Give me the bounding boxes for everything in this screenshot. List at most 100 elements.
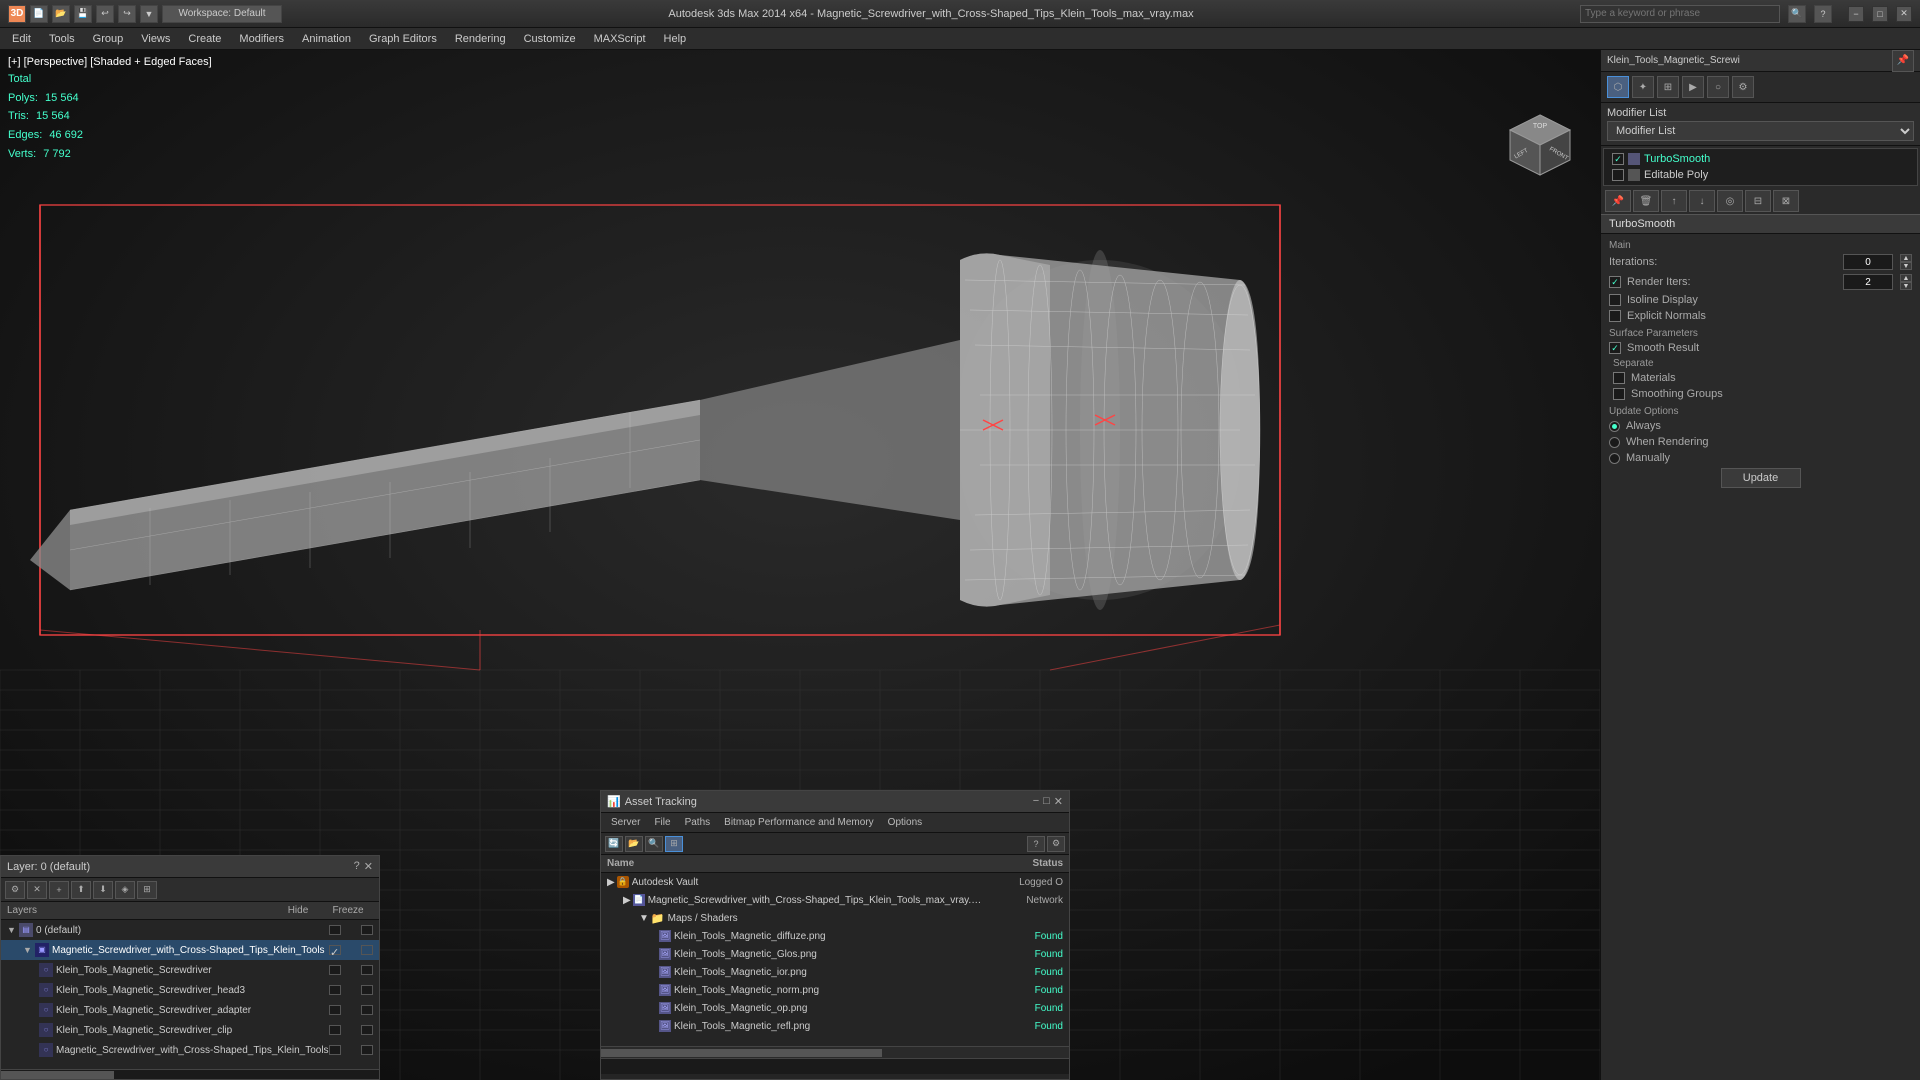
rp-icon-util[interactable]: ⚙ xyxy=(1732,76,1754,98)
help-btn[interactable]: ? xyxy=(1814,5,1832,23)
when-rendering-radio[interactable] xyxy=(1609,437,1620,448)
close-btn[interactable]: ✕ xyxy=(1896,6,1912,22)
menu-animation[interactable]: Animation xyxy=(294,31,359,47)
stack-pin-btn[interactable]: 📌 xyxy=(1605,190,1631,212)
maximize-btn[interactable]: □ xyxy=(1872,6,1888,22)
asset-btn1[interactable]: 🔄 xyxy=(605,836,623,852)
rp-icon-hier[interactable]: ⊞ xyxy=(1657,76,1679,98)
asset-scrollbar-h[interactable] xyxy=(601,1046,1069,1058)
save-btn[interactable]: 💾 xyxy=(74,5,92,23)
layer-btn7[interactable]: ⊞ xyxy=(137,881,157,899)
asset-row-maps[interactable]: ▼ 📁 Maps / Shaders xyxy=(601,909,1069,927)
asset-panel-minimize[interactable]: − xyxy=(1033,795,1039,808)
layer-scrollbar[interactable] xyxy=(1,1069,379,1079)
redo-btn[interactable]: ↪ xyxy=(118,5,136,23)
stack-collapse-to-btn[interactable]: ⊟ xyxy=(1745,190,1771,212)
search-icon[interactable]: 🔍 xyxy=(1788,5,1806,23)
layer-btn5[interactable]: ⬇ xyxy=(93,881,113,899)
layer-row-obj2[interactable]: ○ Klein_Tools_Magnetic_Screwdriver_head3 xyxy=(1,980,379,1000)
asset-row-norm[interactable]: 🖼 Klein_Tools_Magnetic_norm.png Found xyxy=(601,981,1069,999)
asset-btn2[interactable]: 📂 xyxy=(625,836,643,852)
iterations-down-btn[interactable]: ▼ xyxy=(1900,262,1912,270)
layer-row-obj5[interactable]: ○ Magnetic_Screwdriver_with_Cross-Shaped… xyxy=(1,1040,379,1059)
menu-maxscript[interactable]: MAXScript xyxy=(586,31,654,47)
asset-panel-maximize[interactable]: □ xyxy=(1043,795,1050,808)
isoline-checkbox[interactable] xyxy=(1609,294,1621,306)
file-expand[interactable]: ▶ xyxy=(623,895,631,906)
turbosmooth-checkbox[interactable]: ✓ xyxy=(1612,153,1624,165)
editable-poly-checkbox[interactable] xyxy=(1612,169,1624,181)
rp-icon-shape[interactable]: ⬡ xyxy=(1607,76,1629,98)
menu-edit[interactable]: Edit xyxy=(4,31,39,47)
materials-checkbox[interactable] xyxy=(1613,372,1625,384)
layer-row-obj3[interactable]: ○ Klein_Tools_Magnetic_Screwdriver_adapt… xyxy=(1,1000,379,1020)
rp-icon-motion[interactable]: ▶ xyxy=(1682,76,1704,98)
layer-btn6[interactable]: ◈ xyxy=(115,881,135,899)
layer-default-hide-box[interactable] xyxy=(329,925,341,935)
manually-radio[interactable] xyxy=(1609,453,1620,464)
menu-customize[interactable]: Customize xyxy=(516,31,584,47)
rp-icon-mod[interactable]: ✦ xyxy=(1632,76,1654,98)
vault-expand[interactable]: ▶ xyxy=(607,877,615,888)
layer-group-hide-box[interactable]: ✓ xyxy=(329,945,341,955)
smoothing-groups-checkbox[interactable] xyxy=(1613,388,1625,400)
asset-btn3[interactable]: 🔍 xyxy=(645,836,663,852)
menu-create[interactable]: Create xyxy=(180,31,229,47)
turbosmooth-section-header[interactable]: TurboSmooth xyxy=(1601,214,1920,234)
layer-group-freeze-box[interactable] xyxy=(361,945,373,955)
rp-pin-btn[interactable]: 📌 xyxy=(1892,50,1914,72)
explicit-normals-checkbox[interactable] xyxy=(1609,310,1621,322)
iterations-up-btn[interactable]: ▲ xyxy=(1900,254,1912,262)
asset-menu-paths[interactable]: Paths xyxy=(679,816,717,829)
obj2-freeze-box[interactable] xyxy=(361,985,373,995)
workspace-dropdown[interactable]: Workspace: Default xyxy=(162,5,282,23)
layer-panel-close[interactable]: ✕ xyxy=(364,860,373,873)
stack-collapse-all-btn[interactable]: ⊠ xyxy=(1773,190,1799,212)
modifier-editable-poly[interactable]: Editable Poly xyxy=(1606,167,1915,183)
asset-menu-options[interactable]: Options xyxy=(882,816,928,829)
obj5-freeze-box[interactable] xyxy=(361,1045,373,1055)
nav-cube[interactable]: TOP LEFT FRONT xyxy=(1500,110,1580,190)
menu-rendering[interactable]: Rendering xyxy=(447,31,514,47)
asset-panel-close[interactable]: ✕ xyxy=(1054,795,1063,808)
obj4-freeze-box[interactable] xyxy=(361,1025,373,1035)
asset-help-btn[interactable]: ? xyxy=(1027,836,1045,852)
render-iters-checkbox[interactable]: ✓ xyxy=(1609,276,1621,288)
menu-modifiers[interactable]: Modifiers xyxy=(231,31,292,47)
obj3-hide-box[interactable] xyxy=(329,1005,341,1015)
layer-row-obj4[interactable]: ○ Klein_Tools_Magnetic_Screwdriver_clip xyxy=(1,1020,379,1040)
obj1-hide-box[interactable] xyxy=(329,965,341,975)
asset-row-vault[interactable]: ▶ 🔒 Autodesk Vault Logged O xyxy=(601,873,1069,891)
update-button[interactable]: Update xyxy=(1721,468,1801,488)
layer-row-default[interactable]: ▼ ▤ 0 (default) xyxy=(1,920,379,940)
new-btn[interactable]: 📄 xyxy=(30,5,48,23)
stack-delete-btn[interactable]: 🗑 xyxy=(1633,190,1659,212)
minimize-btn[interactable]: − xyxy=(1848,6,1864,22)
obj1-freeze-box[interactable] xyxy=(361,965,373,975)
modifier-turbosmooth[interactable]: ✓ TurboSmooth xyxy=(1606,151,1915,167)
layer-default-expand[interactable]: ▼ xyxy=(7,925,19,935)
rp-icon-display[interactable]: ○ xyxy=(1707,76,1729,98)
layer-group-expand[interactable]: ▼ xyxy=(23,945,35,955)
menu-tools[interactable]: Tools xyxy=(41,31,83,47)
asset-menu-file[interactable]: File xyxy=(648,816,676,829)
layer-row-group[interactable]: ▼ ▣ Magnetic_Screwdriver_with_Cross-Shap… xyxy=(1,940,379,960)
asset-menu-server[interactable]: Server xyxy=(605,816,646,829)
asset-row-diffuze[interactable]: 🖼 Klein_Tools_Magnetic_diffuze.png Found xyxy=(601,927,1069,945)
layer-panel-help[interactable]: ? xyxy=(354,860,360,873)
asset-btn4[interactable]: ⊞ xyxy=(665,836,683,852)
obj3-freeze-box[interactable] xyxy=(361,1005,373,1015)
obj5-hide-box[interactable] xyxy=(329,1045,341,1055)
render-iters-down-btn[interactable]: ▼ xyxy=(1900,282,1912,290)
search-input[interactable] xyxy=(1580,5,1780,23)
asset-scroll-thumb-h[interactable] xyxy=(601,1049,882,1057)
menu-graph-editors[interactable]: Graph Editors xyxy=(361,31,445,47)
obj2-hide-box[interactable] xyxy=(329,985,341,995)
options-btn[interactable]: ▼ xyxy=(140,5,158,23)
layer-row-obj1[interactable]: ○ Klein_Tools_Magnetic_Screwdriver xyxy=(1,960,379,980)
obj4-hide-box[interactable] xyxy=(329,1025,341,1035)
layer-default-freeze-box[interactable] xyxy=(361,925,373,935)
asset-row-glos[interactable]: 🖼 Klein_Tools_Magnetic_Glos.png Found xyxy=(601,945,1069,963)
layer-btn4[interactable]: ⬆ xyxy=(71,881,91,899)
render-iters-up-btn[interactable]: ▲ xyxy=(1900,274,1912,282)
